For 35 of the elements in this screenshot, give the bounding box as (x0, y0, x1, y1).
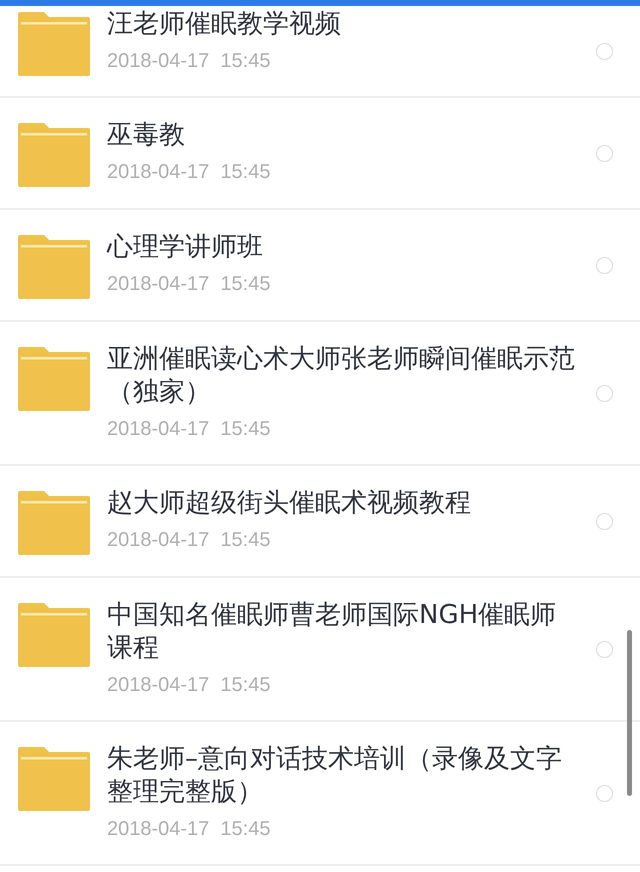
folder-date: 2018-04-17 15:45 (107, 817, 272, 842)
select-radio[interactable] (596, 43, 613, 60)
folder-icon (18, 123, 90, 187)
folder-name: 汪老师催眠教学视频 (107, 8, 342, 41)
folder-row[interactable]: 赵大师超级街头催眠术视频教程 2018-04-17 15:45 (0, 466, 640, 578)
folder-row[interactable]: 心理学讲师班 2018-04-17 15:45 (0, 210, 640, 322)
folder-date: 2018-04-17 15:45 (107, 49, 272, 74)
folder-row[interactable]: 巫毒教 2018-04-17 15:45 (0, 98, 640, 210)
folder-date: 2018-04-17 15:45 (107, 272, 272, 297)
folder-icon (18, 347, 90, 411)
folder-icon (18, 491, 90, 555)
folder-date: 2018-04-17 15:45 (107, 417, 272, 442)
folder-name: 亚洲催眠读心术大师张老师瞬间催眠示范（独家） (107, 343, 576, 409)
folder-row[interactable]: 中国知名催眠师曹老师国际NGH催眠师课程 2018-04-17 15:45 (0, 578, 640, 722)
folder-name: 心理学讲师班 (107, 231, 264, 264)
select-radio[interactable] (596, 257, 613, 274)
folder-icon (18, 235, 90, 299)
select-radio[interactable] (596, 385, 613, 402)
folder-date: 2018-04-17 15:45 (107, 673, 272, 698)
select-radio[interactable] (596, 641, 613, 658)
folder-name: 巫毒教 (107, 119, 186, 152)
folder-name: 赵大师超级街头催眠术视频教程 (107, 487, 472, 520)
select-radio[interactable] (596, 513, 613, 530)
folder-row[interactable]: 亚洲催眠读心术大师张老师瞬间催眠示范（独家） 2018-04-17 15:45 (0, 322, 640, 466)
folder-name: 朱老师–意向对话技术培训（录像及文字整理完整版） (107, 743, 563, 809)
folder-icon (18, 12, 90, 76)
folder-row[interactable]: 汪老师催眠教学视频 2018-04-17 15:45 (0, 6, 640, 98)
select-radio[interactable] (596, 145, 613, 162)
select-radio[interactable] (596, 785, 613, 802)
folder-icon (18, 747, 90, 811)
folder-date: 2018-04-17 15:45 (107, 160, 272, 185)
folder-name: 中国知名催眠师曹老师国际NGH催眠师课程 (107, 599, 558, 665)
folder-date: 2018-04-17 15:45 (107, 528, 272, 553)
folder-row[interactable]: 朱老师–意向对话技术培训（录像及文字整理完整版） 2018-04-17 15:45 (0, 722, 640, 866)
folder-icon (18, 603, 90, 667)
